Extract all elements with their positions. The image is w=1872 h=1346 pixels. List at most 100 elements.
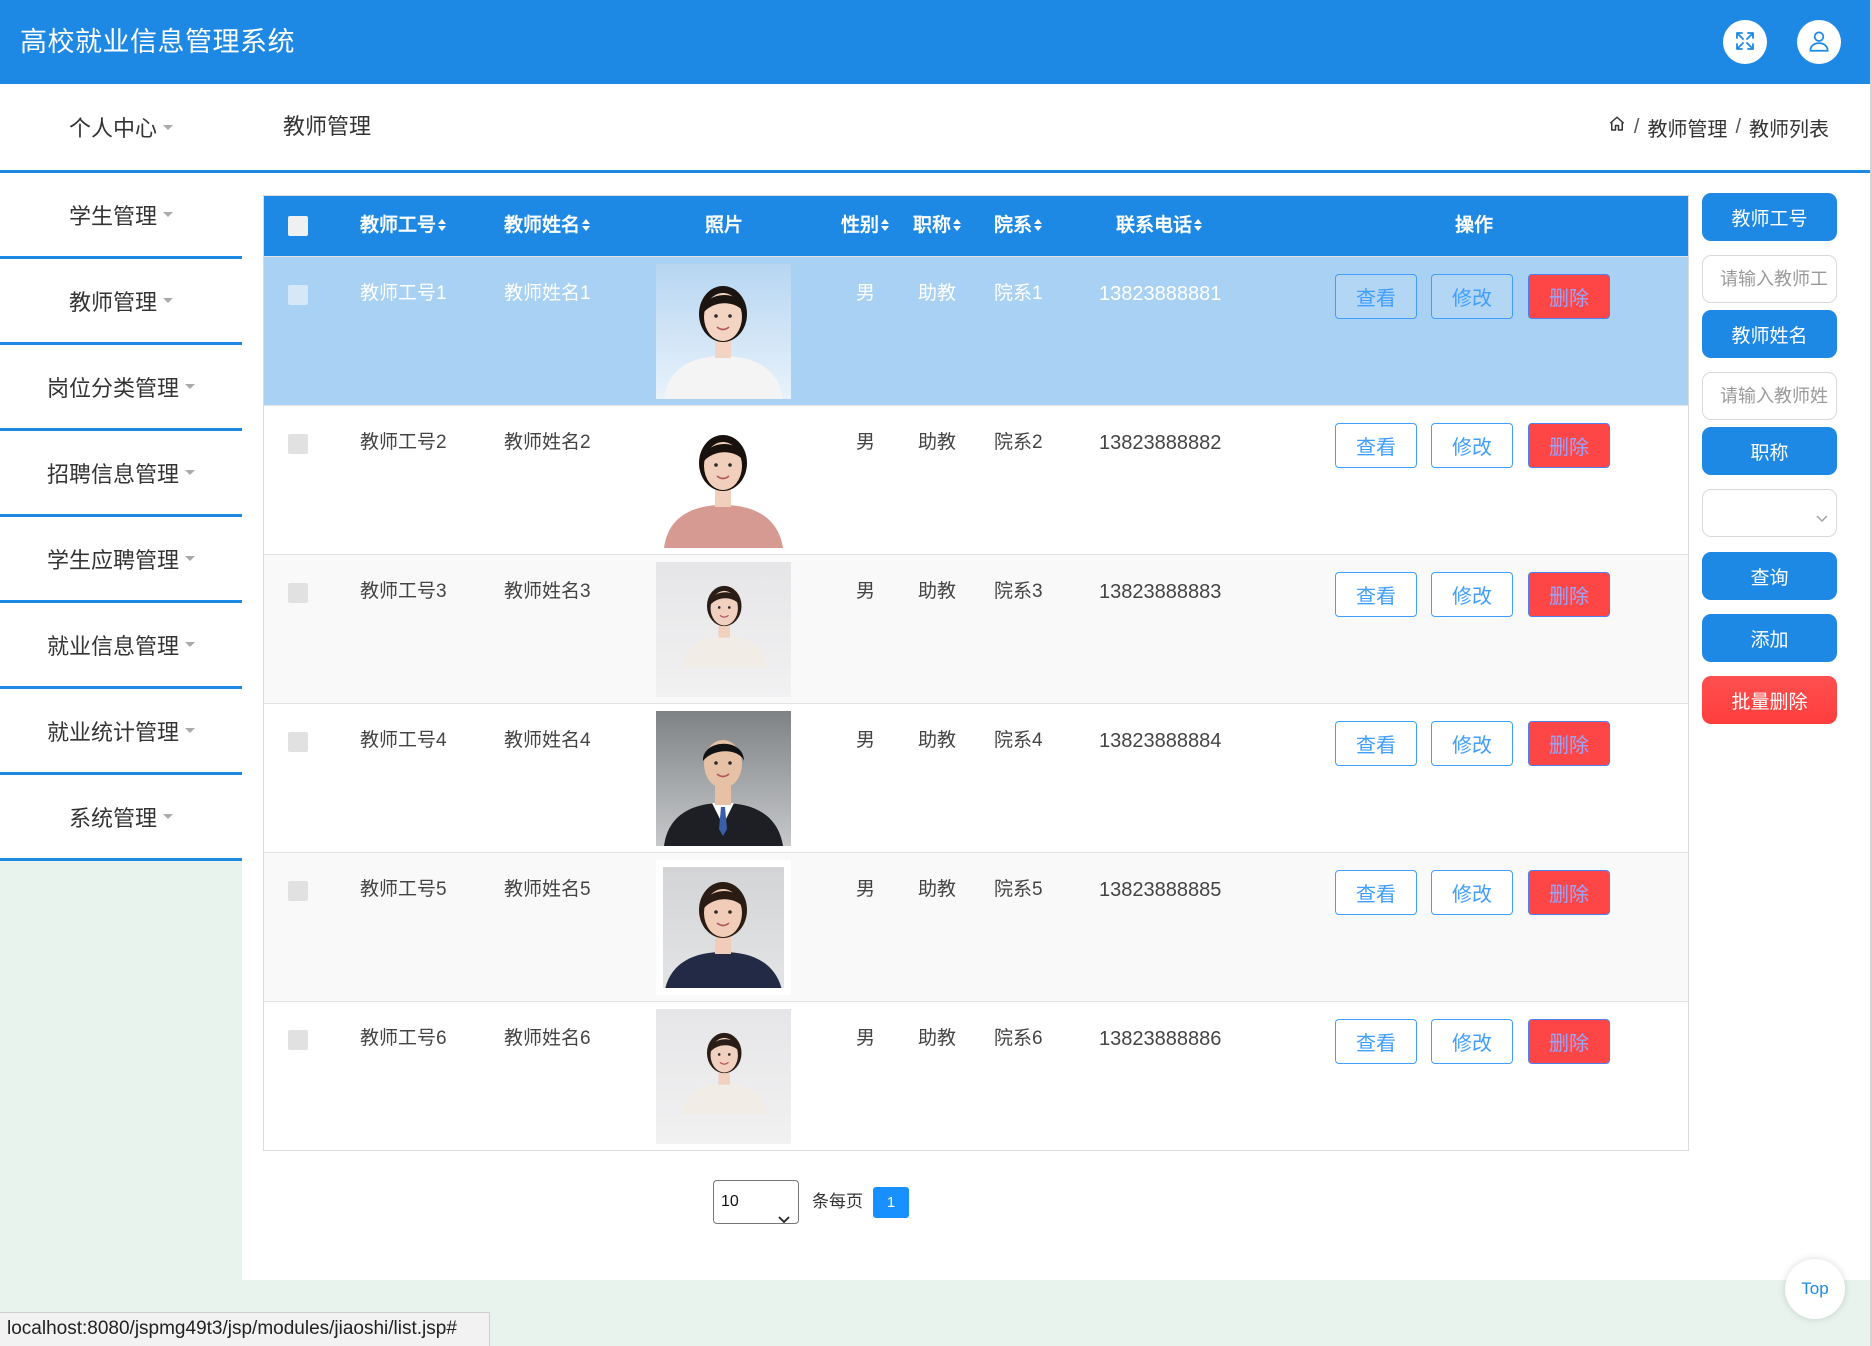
cell-title: 助教: [918, 730, 957, 751]
teacher-photo: [656, 413, 791, 548]
view-button[interactable]: 查看: [1335, 870, 1417, 915]
edit-button[interactable]: 修改: [1431, 274, 1513, 319]
batch-delete-button[interactable]: 批量删除: [1702, 676, 1837, 724]
sort-icon: [1194, 218, 1203, 231]
cell-teacher-name: 教师姓名2: [504, 432, 591, 453]
teacher-name-label-button[interactable]: 教师姓名: [1702, 310, 1837, 358]
caret-down-icon: [185, 384, 195, 389]
table-row[interactable]: 教师工号2 教师姓名2 男 助教 院系2 13823888882 查看 修改 删…: [264, 405, 1688, 554]
delete-button[interactable]: 删除: [1528, 721, 1610, 766]
back-to-top-button[interactable]: Top: [1785, 1259, 1845, 1319]
top-bar: 个人中心 教师管理 / 教师管理 / 教师列表: [0, 84, 1870, 173]
teacher-id-label-button[interactable]: 教师工号: [1702, 193, 1837, 241]
cell-phone: 13823888885: [1099, 879, 1222, 901]
home-icon[interactable]: [1608, 115, 1626, 139]
delete-button[interactable]: 删除: [1528, 274, 1610, 319]
sidebar-item-label: 学生应聘管理: [46, 547, 179, 573]
teacher-photo: [656, 1009, 791, 1144]
edit-button[interactable]: 修改: [1431, 870, 1513, 915]
cell-title: 助教: [918, 879, 957, 900]
col-header-actions: 操作: [1455, 215, 1494, 236]
select-all-checkbox[interactable]: [288, 216, 308, 236]
cell-gender: 男: [856, 730, 876, 751]
table-row[interactable]: 教师工号3 教师姓名3 男 助教 院系3 13823888883 查看 修改 删…: [264, 554, 1688, 703]
delete-button[interactable]: 删除: [1528, 1019, 1610, 1064]
sidebar-item-applications[interactable]: 学生应聘管理: [0, 517, 242, 603]
view-button[interactable]: 查看: [1335, 274, 1417, 319]
delete-button[interactable]: 删除: [1528, 423, 1610, 468]
cell-teacher-id: 教师工号5: [360, 879, 447, 900]
cell-teacher-id: 教师工号2: [360, 432, 447, 453]
col-header-label: 教师工号: [360, 215, 437, 236]
delete-button[interactable]: 删除: [1528, 870, 1610, 915]
sidebar-item-teachers[interactable]: 教师管理: [0, 259, 242, 345]
cell-dept: 院系2: [994, 432, 1043, 453]
query-button[interactable]: 查询: [1702, 552, 1837, 600]
cell-teacher-name: 教师姓名1: [504, 283, 591, 304]
edit-button[interactable]: 修改: [1431, 423, 1513, 468]
caret-down-icon: [185, 556, 195, 561]
chevron-down-icon: [1816, 510, 1828, 528]
caret-down-icon: [185, 470, 195, 475]
col-header-name[interactable]: 教师姓名: [504, 196, 591, 256]
view-button[interactable]: 查看: [1335, 572, 1417, 617]
col-header-dept[interactable]: 院系: [994, 196, 1043, 256]
teacher-name-input[interactable]: [1702, 372, 1837, 420]
caret-down-icon: [185, 728, 195, 733]
teacher-photo: [656, 562, 791, 697]
cell-title: 助教: [918, 1028, 957, 1049]
row-checkbox[interactable]: [288, 732, 308, 752]
edit-button[interactable]: 修改: [1431, 1019, 1513, 1064]
table-row[interactable]: 教师工号4 教师姓名4 男 助教 院系4 13823888884 查看 修改 删…: [264, 703, 1688, 852]
cell-gender: 男: [856, 283, 876, 304]
col-header-gender[interactable]: 性别: [841, 196, 890, 256]
col-header-label: 性别: [841, 215, 880, 236]
breadcrumb-item[interactable]: 教师管理: [1647, 113, 1727, 142]
caret-down-icon: [163, 814, 173, 819]
table-row[interactable]: 教师工号5 教师姓名5 男 助教 院系5 13823888885 查看 修改 删…: [264, 852, 1688, 1001]
delete-button[interactable]: 删除: [1528, 572, 1610, 617]
breadcrumb-separator: /: [1735, 115, 1741, 138]
row-checkbox[interactable]: [288, 1030, 308, 1050]
col-header-phone[interactable]: 联系电话: [1116, 196, 1203, 256]
sidebar-item-personal-center[interactable]: 个人中心: [0, 84, 242, 170]
row-checkbox[interactable]: [288, 285, 308, 305]
page-size-select[interactable]: 10: [713, 1180, 799, 1224]
page-size-value: 10: [721, 1193, 739, 1210]
edit-button[interactable]: 修改: [1431, 721, 1513, 766]
fullscreen-button[interactable]: [1723, 20, 1767, 64]
row-checkbox[interactable]: [288, 583, 308, 603]
col-header-id[interactable]: 教师工号: [360, 196, 447, 256]
add-button[interactable]: 添加: [1702, 614, 1837, 662]
col-header-label: 职称: [913, 215, 952, 236]
sidebar-item-label: 教师管理: [68, 289, 157, 315]
col-header-title[interactable]: 职称: [913, 196, 962, 256]
chevron-down-icon: [778, 1199, 790, 1241]
sidebar-item-recruitment[interactable]: 招聘信息管理: [0, 431, 242, 517]
sidebar-item-system[interactable]: 系统管理: [0, 775, 242, 861]
teacher-photo: [656, 860, 791, 995]
col-header-photo: 照片: [705, 215, 744, 236]
cell-gender: 男: [856, 879, 876, 900]
sidebar-item-statistics[interactable]: 就业统计管理: [0, 689, 242, 775]
title-select[interactable]: [1702, 489, 1837, 537]
title-label-button[interactable]: 职称: [1702, 427, 1837, 475]
table-row[interactable]: 教师工号6 教师姓名6 男 助教 院系6 13823888886 查看 修改 删…: [264, 1001, 1688, 1150]
view-button[interactable]: 查看: [1335, 721, 1417, 766]
col-header-label: 联系电话: [1116, 215, 1193, 236]
sidebar-item-job-categories[interactable]: 岗位分类管理: [0, 345, 242, 431]
user-menu-button[interactable]: [1797, 20, 1841, 64]
caret-down-icon: [163, 298, 173, 303]
teacher-id-input[interactable]: [1702, 255, 1837, 303]
view-button[interactable]: 查看: [1335, 1019, 1417, 1064]
sidebar-item-students[interactable]: 学生管理: [0, 173, 242, 259]
row-checkbox[interactable]: [288, 881, 308, 901]
sidebar-item-employment[interactable]: 就业信息管理: [0, 603, 242, 689]
page-button-current[interactable]: 1: [873, 1187, 909, 1218]
table-row[interactable]: 教师工号1 教师姓名1 男 助教 院系1 13823888881 查看 修改 删…: [264, 256, 1688, 405]
edit-button[interactable]: 修改: [1431, 572, 1513, 617]
caret-down-icon: [163, 124, 173, 130]
view-button[interactable]: 查看: [1335, 423, 1417, 468]
cell-teacher-name: 教师姓名4: [504, 730, 591, 751]
row-checkbox[interactable]: [288, 434, 308, 454]
